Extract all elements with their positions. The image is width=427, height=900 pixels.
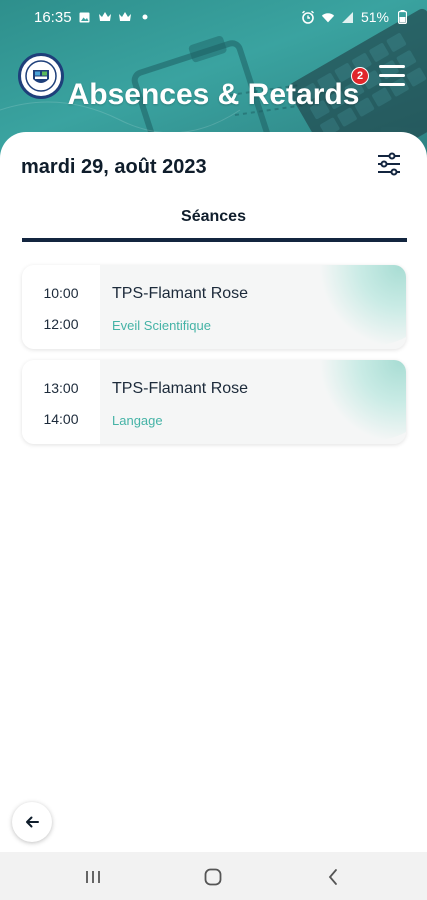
crown-icon <box>98 10 112 24</box>
hamburger-icon-bar <box>379 74 405 77</box>
chevron-left-icon <box>328 869 337 885</box>
session-subject: Eveil Scientifique <box>112 318 211 333</box>
back-nav-button[interactable] <box>320 864 346 890</box>
alarm-icon <box>301 10 315 24</box>
home-icon <box>204 868 222 886</box>
session-start-time: 10:00 <box>43 285 79 301</box>
crown-icon <box>118 10 132 24</box>
content-sheet: mardi 29, août 2023 Séances 10:00 12:00 … <box>0 132 427 852</box>
tab-indicator <box>22 238 407 242</box>
menu-button[interactable] <box>375 62 409 90</box>
status-bar: 16:35 51% <box>0 0 427 34</box>
arrow-left-icon <box>26 816 39 828</box>
battery-percent: 51% <box>360 9 389 25</box>
session-times: 13:00 14:00 <box>22 360 100 444</box>
session-card[interactable]: 10:00 12:00 TPS-Flamant Rose Eveil Scien… <box>22 265 406 349</box>
wifi-icon <box>321 10 335 24</box>
dot-icon <box>138 10 152 24</box>
session-details: TPS-Flamant Rose Langage <box>100 360 406 444</box>
recent-apps-icon <box>86 871 100 883</box>
session-class-name: TPS-Flamant Rose <box>112 380 249 397</box>
battery-icon <box>395 10 409 24</box>
session-end-time: 12:00 <box>43 316 79 332</box>
signal-icon <box>341 10 355 24</box>
status-time: 16:35 <box>34 8 72 26</box>
sliders-icon <box>378 152 400 176</box>
tab-seances[interactable]: Séances <box>0 208 427 226</box>
home-button[interactable] <box>200 864 226 890</box>
session-subject: Langage <box>112 413 163 428</box>
session-card[interactable]: 13:00 14:00 TPS-Flamant Rose Langage <box>22 360 406 444</box>
card-decoration <box>316 265 406 345</box>
session-end-time: 14:00 <box>43 411 79 427</box>
card-decoration <box>316 360 406 440</box>
hamburger-icon-bar <box>379 83 405 86</box>
session-details: TPS-Flamant Rose Eveil Scientifique <box>100 265 406 349</box>
recent-apps-button[interactable] <box>80 864 106 890</box>
notification-badge: 2 <box>351 67 369 85</box>
gallery-icon <box>78 10 92 24</box>
session-times: 10:00 12:00 <box>22 265 100 349</box>
filter-button[interactable] <box>375 150 403 178</box>
session-start-time: 13:00 <box>43 380 79 396</box>
system-navigation-bar <box>0 852 427 900</box>
session-class-name: TPS-Flamant Rose <box>112 285 249 302</box>
hamburger-icon <box>379 65 405 68</box>
date-label: mardi 29, août 2023 <box>21 156 207 178</box>
back-button[interactable] <box>12 802 52 842</box>
